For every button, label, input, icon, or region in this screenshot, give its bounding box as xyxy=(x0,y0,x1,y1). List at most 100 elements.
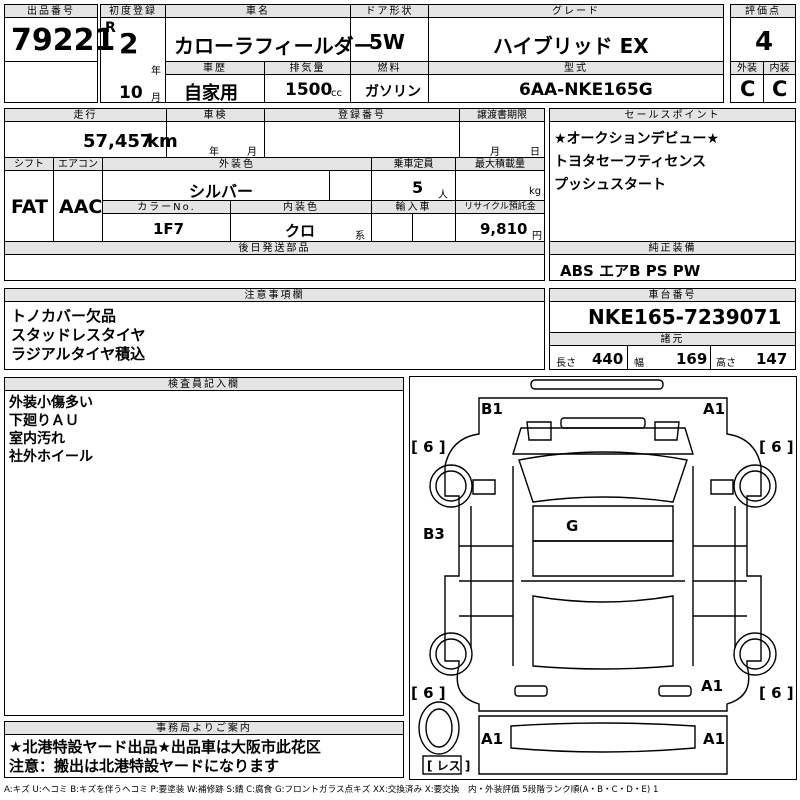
mark-roof: G xyxy=(566,517,578,535)
shift: FAT xyxy=(11,196,48,218)
door-type: 5W xyxy=(369,30,405,54)
model-code-cell: 型式 6AA-NKE165G xyxy=(428,61,724,103)
office-note-2: 注意：搬出は北港特設ヤードになります xyxy=(9,757,280,775)
inspection-header: 車検 xyxy=(167,109,264,122)
int-color-cell: 内装色 クロ 系 xyxy=(230,200,372,242)
specs-box: 諸元 長さ 440 幅 169 高さ 147 xyxy=(549,332,796,370)
color-no-cell: カラーNo. 1F7 xyxy=(102,200,231,242)
ext-color: シルバー xyxy=(189,182,254,201)
shift-header: シフト xyxy=(5,158,53,171)
history-cell: 車歴 自家用 xyxy=(165,61,265,104)
sales-point-2: トヨタセーフティセンス xyxy=(554,154,707,170)
chassis-number: NKE165-7239071 xyxy=(588,305,782,329)
first-reg-cell: 初度登録 R 2 年 10 月 xyxy=(100,4,166,104)
caution-box: 注意事項欄 トノカバー欠品 スタッドレスタイヤ ラジアルタイヤ積込 xyxy=(4,288,545,370)
inspector-note-1: 外装小傷多い xyxy=(9,395,93,411)
spec-width: 169 xyxy=(676,350,708,368)
mileage-header: 走行 xyxy=(5,109,166,122)
car-damage-diagram: B1 A1 B3 G A1 A1 A1 [ 6 ] [ 6 ] [ 6 ] [ … xyxy=(411,379,794,775)
displacement: 1500 xyxy=(285,80,333,100)
color-no-header: カラーNo. xyxy=(103,201,230,214)
transfer-doc-cell: 譲渡書期限 月 日 xyxy=(459,108,545,158)
lot-number-header: 出品番号 xyxy=(5,5,97,18)
fuel-header: 燃料 xyxy=(351,62,428,75)
grade: ハイブリッド EX xyxy=(493,34,649,58)
score-cell: 評価点 4 xyxy=(730,4,796,62)
inspection-cell: 車検 年 月 xyxy=(166,108,265,158)
car-name-header: 車名 xyxy=(166,5,350,18)
tire-mark-rear-right: [ 6 ] xyxy=(759,684,794,702)
first-reg-year-unit: 年 xyxy=(151,66,161,77)
specs-header: 諸元 xyxy=(550,333,795,346)
registration-header: 登録番号 xyxy=(265,109,459,122)
spec-length: 440 xyxy=(592,350,624,368)
mark-rear-right: A1 xyxy=(701,677,723,695)
sales-point-1: ★オークションデビュー★ xyxy=(554,131,720,147)
ext-color-cell: 外装色 シルバー xyxy=(102,157,372,201)
caution-line-1: トノカバー欠品 xyxy=(11,307,117,325)
aircon-header: エアコン xyxy=(54,158,102,171)
office-box: 事務局よりご案内 ★北港特設ヤード出品★出品車は大阪市此花区 注意：搬出は北港特… xyxy=(4,721,404,778)
exterior-grade-cell: 外装 C xyxy=(730,61,764,103)
tire-mark-front-right: [ 6 ] xyxy=(759,438,794,456)
int-color-header: 内装色 xyxy=(231,201,371,214)
caution-line-3: ラジアルタイヤ積込 xyxy=(11,345,146,363)
displacement-unit: cc xyxy=(331,88,342,99)
first-reg-year: 2 xyxy=(119,27,139,60)
lot-number-cell: 出品番号 79221 xyxy=(4,4,115,62)
grade-header: グレード xyxy=(429,5,723,18)
interior-grade-header: 内装 xyxy=(764,62,795,75)
displacement-cell: 排気量 1500 cc xyxy=(264,61,351,103)
mileage-cell: 走行 57,457 km xyxy=(4,108,178,158)
capacity: 5 xyxy=(412,178,424,197)
score: 4 xyxy=(755,27,774,57)
genuine-equip: ABS エアB PS PW xyxy=(560,262,701,280)
history: 自家用 xyxy=(184,83,238,104)
inspector-note-4: 社外ホイール xyxy=(9,449,93,465)
max-load-cell: 最大積載量 kg xyxy=(455,157,545,201)
mark-front-right: A1 xyxy=(703,400,725,418)
transfer-day-unit: 日 xyxy=(530,147,540,158)
inspector-note-3: 室内汚れ xyxy=(9,431,65,447)
registration-cell: 登録番号 xyxy=(264,108,460,158)
transfer-month-unit: 月 xyxy=(490,147,500,158)
capacity-header: 乗車定員 xyxy=(372,158,455,171)
color-no: 1F7 xyxy=(153,220,185,238)
capacity-cell: 乗車定員 5 人 xyxy=(371,157,456,201)
spec-length-label: 長さ xyxy=(556,358,576,369)
inspector-header: 検査員記入欄 xyxy=(5,378,403,391)
recycle-unit: 円 xyxy=(532,231,542,242)
grade-cell: グレード ハイブリッド EX xyxy=(428,4,724,62)
recycle: 9,810 xyxy=(480,220,528,238)
inspector-note-2: 下廻りＡＵ xyxy=(9,413,79,429)
tire-mark-rear-left: [ 6 ] xyxy=(411,684,446,702)
chassis-box: 車台番号 NKE165-7239071 xyxy=(549,288,796,333)
door-cell: ドア形状 5W xyxy=(350,4,429,62)
model-code-header: 型式 xyxy=(429,62,723,75)
history-header: 車歴 xyxy=(166,62,264,75)
exterior-grade-header: 外装 xyxy=(731,62,763,75)
recycle-header: リサイクル預託金 xyxy=(456,201,544,214)
first-reg-month-unit: 月 xyxy=(151,93,161,104)
first-reg-header: 初度登録 xyxy=(101,5,165,18)
sales-point-3: プッシュスタート xyxy=(554,177,666,193)
mileage: 57,457 xyxy=(83,131,153,152)
genuine-equip-box: 純正装備 ABS エアB PS PW xyxy=(549,241,796,281)
import-header: 輸入車 xyxy=(372,201,455,214)
inspection-year-unit: 年 xyxy=(209,147,219,158)
fuel-cell: 燃料 ガソリン xyxy=(350,61,429,103)
fuel: ガソリン xyxy=(365,84,421,100)
genuine-equip-header: 純正装備 xyxy=(550,242,795,255)
spec-height-label: 高さ xyxy=(716,358,736,369)
exterior-grade: C xyxy=(740,77,756,101)
aircon: AAC xyxy=(59,196,103,218)
later-parts-box: 後日発送部品 xyxy=(4,241,545,281)
interior-grade: C xyxy=(772,77,788,101)
model-code: 6AA-NKE165G xyxy=(519,80,653,100)
tire-mark-front-left: [ 6 ] xyxy=(411,438,446,456)
import-cell: 輸入車 xyxy=(371,200,456,242)
mark-rear-bottom-right: A1 xyxy=(703,730,725,748)
interior-grade-cell: 内装 C xyxy=(763,61,796,103)
recycle-cell: リサイクル預託金 9,810 円 xyxy=(455,200,545,242)
first-reg-era: R xyxy=(105,20,116,36)
